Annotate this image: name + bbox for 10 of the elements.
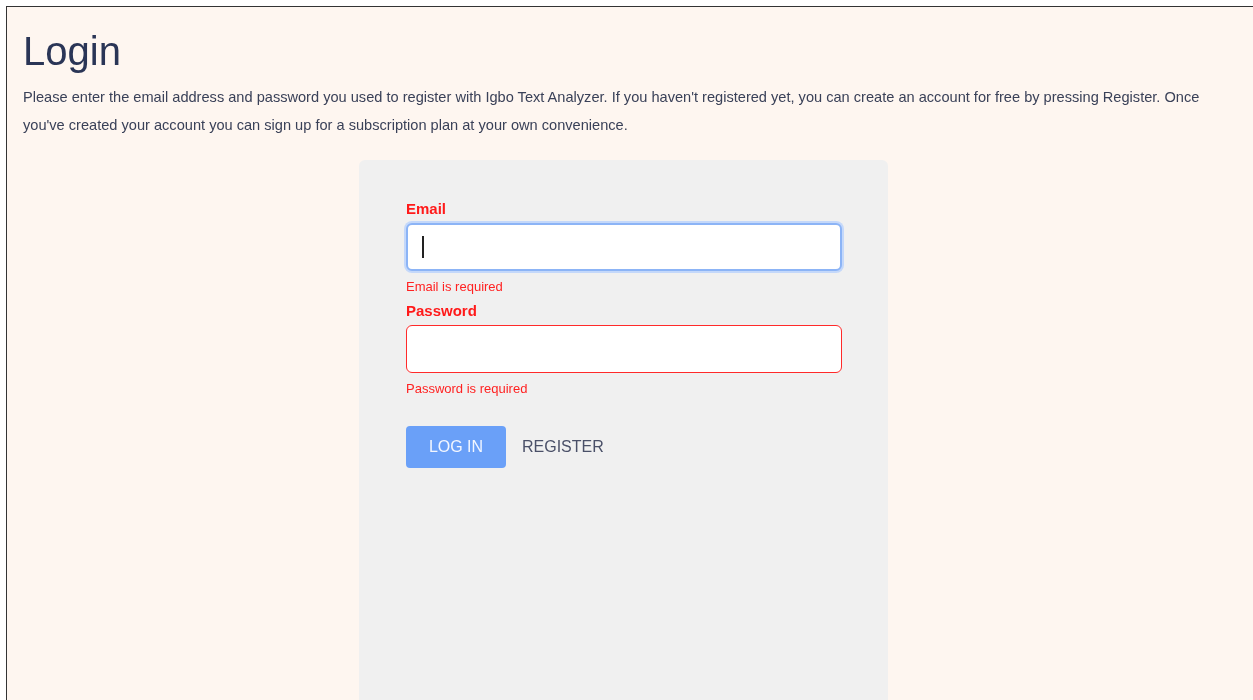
- intro-text: Please enter the email address and password you used to register with Igbo Text Analyzer. If you haven't registered yet, you can create an account for free by pressing Register. Once you've created your account you can sign up for a subscription plan at your own convenience.: [23, 88, 1201, 135]
- register-button[interactable]: REGISTER: [522, 426, 604, 468]
- input-field[interactable]: [406, 325, 842, 373]
- error-message: Email is required: [406, 279, 503, 294]
- field-label: Password: [406, 302, 477, 319]
- text-cursor: [422, 236, 424, 258]
- error-message: Password is required: [406, 381, 528, 396]
- input-field[interactable]: [406, 223, 842, 271]
- field-label: Email: [406, 200, 447, 217]
- page-title: Login: [23, 29, 122, 73]
